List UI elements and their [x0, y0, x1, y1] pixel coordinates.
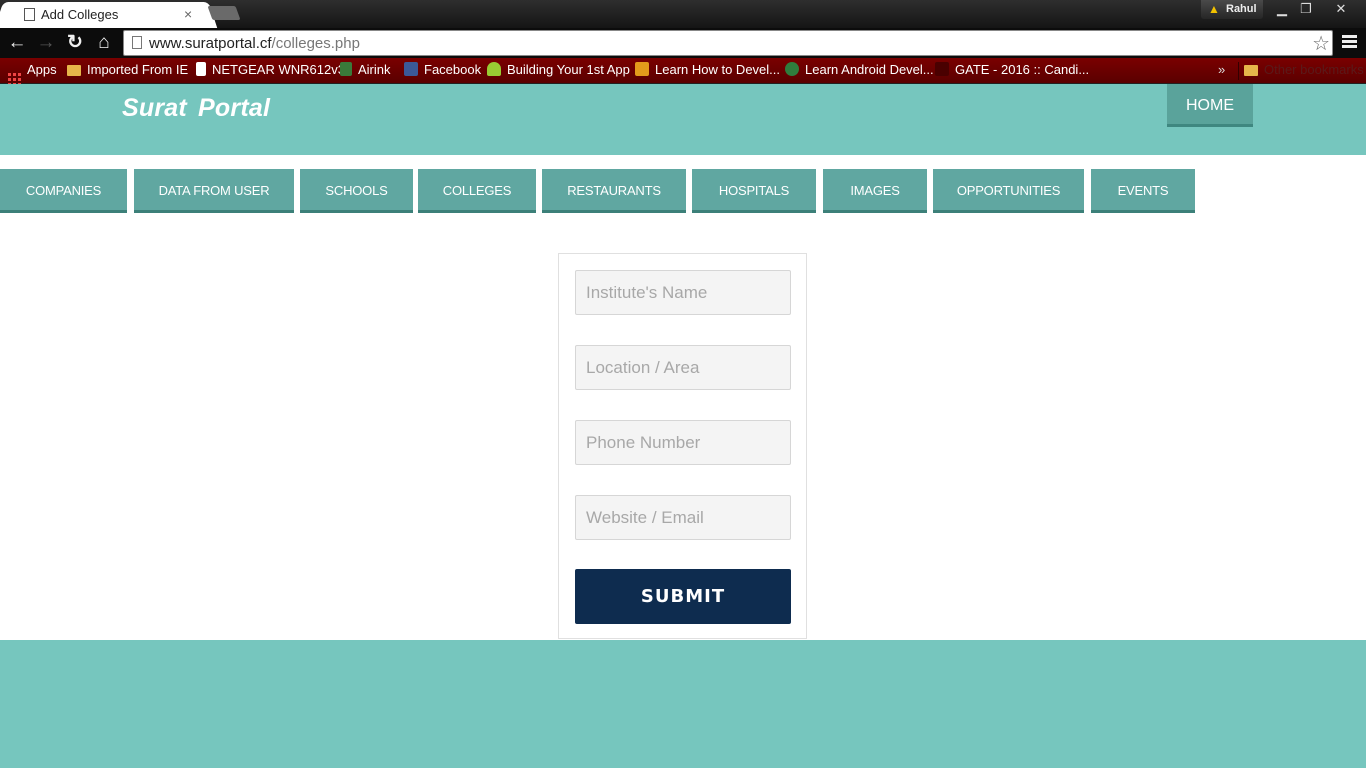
browser-menu-icon[interactable]: [1342, 35, 1357, 50]
bookmarks-bar: Apps Imported From IE NETGEAR WNR612v3 A…: [0, 58, 1366, 86]
facebook-icon: [404, 62, 418, 76]
minimize-button[interactable]: ▁: [1272, 0, 1292, 19]
gate-icon: [935, 62, 949, 76]
menu-data-from-user[interactable]: DATA FROM USER: [134, 169, 294, 213]
add-college-form: SUBMIT: [558, 253, 807, 639]
back-arrow-icon[interactable]: ←: [6, 32, 28, 54]
folder-icon: [67, 65, 81, 76]
bookmark-learn-android-devel[interactable]: Learn Android Devel...: [785, 62, 934, 77]
site-footer: [0, 640, 1366, 768]
browser-tab-content[interactable]: Add Colleges ×: [6, 2, 206, 28]
bookmark-gate-2016[interactable]: GATE - 2016 :: Candi...: [935, 62, 1089, 77]
bookmarks-divider: [1238, 62, 1239, 80]
android-dev-icon: [785, 62, 799, 76]
menu-restaurants[interactable]: RESTAURANTS: [542, 169, 686, 213]
site-brand[interactable]: Surat Portal: [122, 94, 270, 123]
tab-title: Add Colleges: [41, 7, 119, 22]
menu-opportunities[interactable]: OPPORTUNITIES: [933, 169, 1084, 213]
tab-close-icon[interactable]: ×: [184, 6, 192, 22]
bookmark-netgear[interactable]: NETGEAR WNR612v3: [196, 62, 345, 77]
folder-icon: [1244, 65, 1258, 76]
reload-icon[interactable]: ↻: [64, 32, 86, 54]
bookmark-building-first-app[interactable]: Building Your 1st App: [487, 62, 630, 77]
phone-number-input[interactable]: [575, 420, 791, 465]
home-icon[interactable]: ⌂: [93, 32, 115, 54]
menu-images[interactable]: IMAGES: [823, 169, 927, 213]
profile-button[interactable]: ▲ Rahul: [1201, 0, 1263, 19]
udemy-icon: [635, 62, 649, 76]
profile-name: Rahul: [1226, 3, 1257, 15]
page-icon: [196, 62, 206, 76]
bookmark-imported-from-ie[interactable]: Imported From IE: [67, 62, 188, 77]
android-icon: [487, 62, 501, 76]
airink-icon: [340, 62, 352, 76]
address-url[interactable]: www.suratportal.cf/colleges.php: [149, 35, 360, 52]
bookmark-star-icon[interactable]: ☆: [1312, 31, 1330, 56]
bookmark-apps[interactable]: Apps: [8, 62, 57, 86]
close-window-button[interactable]: ✕: [1326, 0, 1356, 19]
web-page: Surat Portal HOME COMPANIES DATA FROM US…: [0, 84, 1366, 768]
location-area-input[interactable]: [575, 345, 791, 390]
menu-schools[interactable]: SCHOOLS: [300, 169, 413, 213]
home-button[interactable]: HOME: [1167, 84, 1253, 127]
bookmarks-overflow-chevron-icon[interactable]: »: [1218, 62, 1225, 77]
submit-button[interactable]: SUBMIT: [575, 569, 791, 624]
warning-icon: ▲: [1208, 2, 1220, 16]
browser-titlebar: Add Colleges × ▲ Rahul ▁ ❐ ✕: [0, 0, 1366, 28]
institute-name-input[interactable]: [575, 270, 791, 315]
website-email-input[interactable]: [575, 495, 791, 540]
menu-companies[interactable]: COMPANIES: [0, 169, 127, 213]
address-bar[interactable]: www.suratportal.cf/colleges.php ☆: [123, 30, 1333, 56]
other-bookmarks[interactable]: Other bookmarks: [1244, 62, 1364, 77]
menu-colleges[interactable]: COLLEGES: [418, 169, 536, 213]
page-icon: [24, 8, 35, 21]
new-tab-button[interactable]: [207, 6, 241, 20]
menu-hospitals[interactable]: HOSPITALS: [692, 169, 816, 213]
bookmark-facebook[interactable]: Facebook: [404, 62, 481, 77]
bookmark-learn-how-to-devel[interactable]: Learn How to Devel...: [635, 62, 780, 77]
menu-events[interactable]: EVENTS: [1091, 169, 1195, 213]
restore-button[interactable]: ❐: [1296, 0, 1316, 19]
site-header: Surat Portal HOME: [0, 84, 1366, 155]
page-icon: [132, 36, 142, 49]
bookmark-airink[interactable]: Airink: [340, 62, 391, 77]
forward-arrow-icon[interactable]: →: [35, 32, 57, 54]
